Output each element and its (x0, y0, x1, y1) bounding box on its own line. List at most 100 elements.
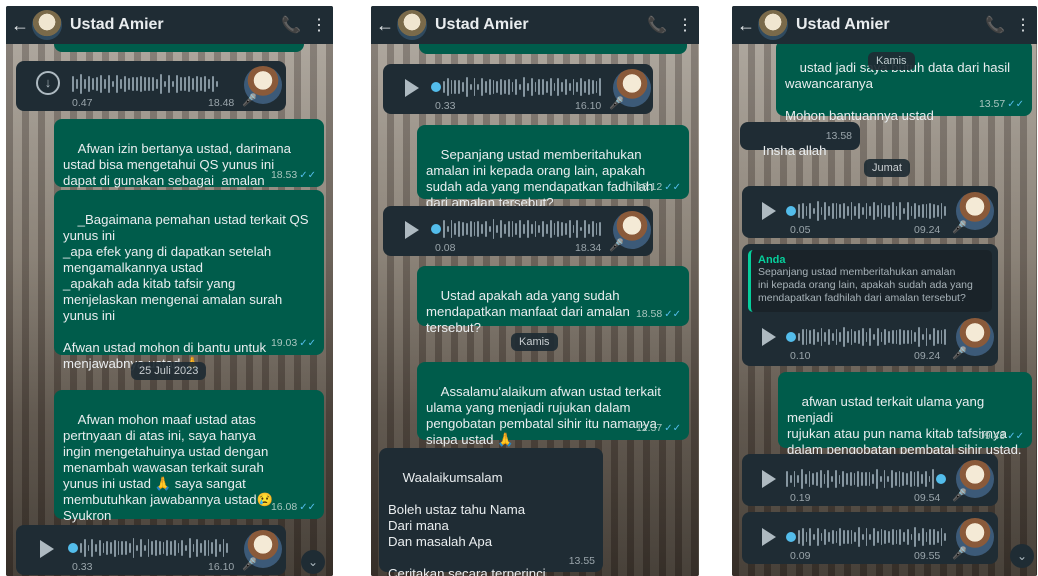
waveform-bar (828, 531, 830, 543)
waveform-bar (110, 541, 112, 555)
waveform-bar (918, 532, 920, 542)
contact-name[interactable]: Ustad Amier (70, 16, 277, 34)
playhead-dot[interactable] (786, 532, 796, 542)
message-text: Insha allah (762, 143, 827, 158)
waveform-bar (809, 203, 811, 219)
chevron-down-icon[interactable]: ⌄ (301, 550, 325, 574)
waveform-bar (136, 77, 138, 91)
voice-message[interactable]: 0.19 09.54 🎤 (742, 454, 998, 506)
avatar[interactable] (758, 10, 788, 40)
waveform-bar (906, 472, 908, 485)
waveform-bar (477, 221, 480, 237)
playhead-dot[interactable] (431, 224, 441, 234)
waveform-bar (526, 220, 529, 238)
playhead-dot[interactable] (786, 206, 796, 216)
waveform-bar (545, 80, 548, 94)
arrow-left-icon[interactable]: ← (373, 15, 397, 36)
waveform-bar (584, 80, 586, 94)
voice-message[interactable]: 0.09 09.55 🎤 (742, 512, 998, 564)
voice-message[interactable]: 0.33 16.10 🎤 (383, 64, 653, 114)
voice-message[interactable]: ↓ 0.47 18.48 🎤 (16, 61, 286, 111)
arrow-left-icon[interactable]: ← (8, 15, 32, 36)
waveform-bar (151, 541, 153, 555)
incoming-message[interactable]: Waalaikumsalam Boleh ustaz tahu Nama Dar… (379, 448, 603, 576)
waveform (431, 218, 601, 240)
outgoing-message[interactable]: Ustad apakah ada yang sudah mendapatkan … (417, 266, 689, 335)
voice-message[interactable]: 0.05 09.24 🎤 (742, 186, 998, 238)
add-call-icon[interactable]: 📞 (981, 15, 1009, 35)
waveform-bar (798, 530, 800, 544)
add-call-icon[interactable]: 📞 (277, 15, 305, 35)
waveform-bar (816, 528, 819, 546)
mic-icon: 🎤 (242, 93, 257, 107)
outgoing-message[interactable]: Assalamu'alaikum afwan ustad terkait ula… (417, 362, 689, 447)
play-icon[interactable] (762, 528, 776, 546)
voice-message[interactable]: 0.33 16.10 🎤 (16, 525, 286, 575)
quote-text: Sepanjang ustad memberitahukan amalan in… (758, 266, 973, 304)
waveform-bar (116, 75, 118, 93)
add-call-icon[interactable]: 📞 (643, 15, 671, 35)
reply-voice-message[interactable]: Anda Sepanjang ustad memberitahukan amal… (742, 244, 998, 366)
outgoing-message[interactable]: Afwan mohon maaf ustad atas pertnyaan di… (54, 390, 324, 523)
waveform-bar (858, 202, 860, 220)
waveform-bar (561, 82, 563, 92)
waveform-bar (208, 79, 210, 89)
waveform-bar (580, 77, 583, 97)
outgoing-message[interactable]: Afwan izin bertanya ustad, darimana usta… (54, 119, 324, 204)
outgoing-message[interactable]: afwan ustad terkait ulama yang menjadi r… (778, 372, 1032, 457)
waveform-bar (861, 327, 864, 347)
incoming-message[interactable]: Insha allah 13.58 (740, 122, 860, 158)
arrow-left-icon[interactable]: ← (734, 15, 758, 36)
download-icon[interactable]: ↓ (36, 71, 60, 95)
playhead-dot[interactable] (431, 82, 441, 92)
contact-name[interactable]: Ustad Amier (796, 16, 981, 34)
outgoing-message[interactable]: _Bagaimana pemahan ustad terkait QS yunu… (54, 190, 324, 371)
waveform-bar (789, 475, 792, 483)
message-time: 16.10 (575, 100, 602, 112)
play-icon[interactable] (405, 221, 419, 239)
waveform-bar (196, 539, 198, 557)
waveform (68, 537, 228, 559)
waveform-bar (504, 224, 506, 234)
play-icon[interactable] (405, 79, 419, 97)
message-time: 09.43 (978, 430, 1006, 442)
waveform-bar (838, 474, 841, 484)
waveform-bar (933, 528, 935, 546)
waveform-bar (828, 206, 830, 216)
waveform-bar (465, 222, 468, 236)
waveform-bar (917, 470, 919, 488)
playhead-dot[interactable] (68, 543, 78, 553)
waveform-bar (801, 469, 803, 489)
waveform-bar (523, 224, 525, 234)
avatar[interactable] (32, 10, 62, 40)
waveform-bar (156, 79, 158, 89)
waveform-bar (786, 470, 788, 488)
play-icon[interactable] (762, 202, 776, 220)
playhead-dot[interactable] (936, 474, 946, 484)
read-tick-icon: ✓✓ (1007, 431, 1024, 442)
chevron-down-icon[interactable]: ⌄ (1010, 544, 1034, 568)
waveform-bar (576, 81, 579, 93)
avatar[interactable] (397, 10, 427, 40)
waveform-bar (813, 207, 815, 215)
waveform-bar (932, 469, 934, 489)
waveform-bar (192, 78, 194, 90)
play-icon[interactable] (762, 328, 776, 346)
more-vertical-icon[interactable]: ⋮ (305, 15, 333, 35)
voice-duration: 0.33 (435, 100, 456, 112)
contact-name[interactable]: Ustad Amier (435, 16, 643, 34)
voice-message[interactable]: 0.08 18.34 🎤 (383, 206, 653, 256)
play-icon[interactable] (40, 540, 54, 558)
more-vertical-icon[interactable]: ⋮ (671, 15, 699, 35)
waveform-bar (204, 75, 206, 93)
waveform-bar (500, 219, 502, 239)
waveform-bar (831, 333, 834, 341)
outgoing-message[interactable]: Sepanjang ustad memberitahukan amalan in… (417, 125, 689, 210)
play-icon[interactable] (762, 470, 776, 488)
mic-icon: 🎤 (952, 546, 967, 560)
more-vertical-icon[interactable]: ⋮ (1009, 15, 1037, 35)
message-time: 18.12 (635, 181, 663, 193)
waveform-bar (542, 221, 544, 237)
playhead-dot[interactable] (786, 332, 796, 342)
quoted-message[interactable]: Anda Sepanjang ustad memberitahukan amal… (748, 250, 992, 312)
